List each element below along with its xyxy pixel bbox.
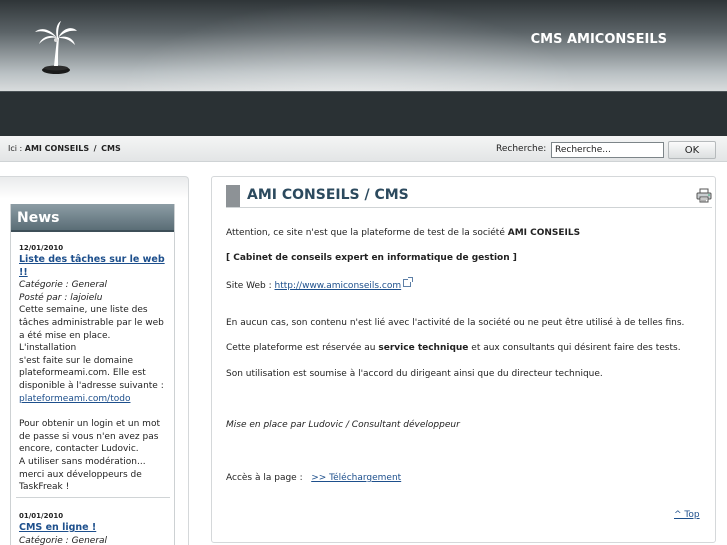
breadcrumb-item-cms[interactable]: CMS	[101, 144, 121, 153]
news-line: Cette semaine, une liste des	[19, 305, 148, 316]
service-technique: service technique	[378, 343, 469, 353]
news-spacer	[19, 405, 165, 418]
news-line: encore, contacter Ludovic.	[19, 444, 139, 455]
tagline: [ Cabinet de conseils expert en informat…	[226, 253, 517, 263]
search-label: Recherche:	[496, 144, 547, 154]
news-title: News	[17, 210, 60, 226]
intro-text: Attention, ce site n'est que la platefor…	[226, 228, 508, 238]
news-line: A utiliser sans modération...	[19, 456, 146, 467]
page-title-row: AMI CONSEILS / CMS	[226, 185, 712, 208]
news-item-link[interactable]: CMS en ligne !	[19, 522, 96, 533]
news-header: News	[11, 204, 174, 232]
reserved-text: Cette plateforme est réservée au	[226, 343, 379, 353]
news-date: 01/01/2010	[19, 512, 64, 520]
news-line: TaskFreak !	[19, 482, 70, 493]
nav-band	[0, 91, 727, 136]
website-line: Site Web : http://www.amiconseils.com	[226, 277, 706, 291]
news-category: Catégorie : General	[19, 535, 108, 545]
palm-tree-logo-icon[interactable]	[30, 18, 82, 80]
title-accent-bar	[226, 185, 240, 207]
search-input[interactable]	[551, 142, 664, 158]
disclaimer-text: En aucun cas, son contenu n'est lié avec…	[226, 318, 685, 328]
news-body: Cette semaine, une liste des tâches admi…	[19, 304, 165, 493]
website-label: Site Web :	[226, 281, 275, 291]
news-line: s'est faite sur le domaine	[19, 355, 133, 366]
site-header: CMS AMICONSEILS	[0, 0, 727, 91]
download-link[interactable]: >> Téléchargement	[311, 473, 401, 483]
news-line: merci aux développeurs de	[19, 469, 142, 480]
news-item: 12/01/2010 Liste des tâches sur le web !…	[19, 243, 165, 494]
breadcrumb-separator: /	[93, 144, 97, 153]
reserved-text-end: et aux consultants qui désirent faire de…	[468, 343, 681, 353]
news-item-link[interactable]: Liste des tâches sur le web !!	[19, 254, 165, 278]
breadcrumb-prefix: Ici :	[8, 144, 23, 153]
news-divider	[16, 497, 170, 498]
intro-paragraph: Attention, ce site n'est que la platefor…	[226, 228, 706, 238]
website-link[interactable]: http://www.amiconseils.com	[275, 281, 402, 291]
breadcrumb-item-ami-conseils[interactable]: AMI CONSEILS	[25, 144, 89, 153]
news-box: News 12/01/2010 Liste des tâches sur le …	[10, 204, 175, 545]
main-content-panel: AMI CONSEILS / CMS Attention, ce site n'…	[211, 176, 716, 543]
approval-text: Son utilisation est soumise à l'accord d…	[226, 369, 603, 379]
search-ok-button[interactable]: OK	[668, 141, 716, 159]
access-line: Accès à la page : >> Téléchargement	[226, 473, 706, 483]
external-link-icon	[403, 277, 414, 287]
access-label: Accès à la page :	[226, 473, 303, 483]
site-title: CMS AMICONSEILS	[530, 32, 667, 47]
header-sheen	[110, 0, 590, 91]
print-icon[interactable]	[696, 188, 712, 203]
news-line: a été mise en place. L'installation	[19, 330, 111, 354]
news-line: plateformeami.com. Elle est	[19, 368, 146, 379]
company-name: AMI CONSEILS	[507, 228, 581, 238]
news-line: tâches administrable par le web	[19, 317, 164, 328]
news-category: Catégorie : General	[19, 280, 108, 291]
breadcrumb: Ici : AMI CONSEILS / CMS	[8, 144, 121, 153]
news-author: Posté par : lajoielu	[19, 292, 103, 303]
news-todo-link[interactable]: plateformeami.com/todo	[19, 394, 130, 404]
page-title: AMI CONSEILS / CMS	[247, 187, 409, 203]
reserved-paragraph: Cette plateforme est réservée au service…	[226, 343, 706, 353]
credit-text: Mise en place par Ludovic / Consultant d…	[226, 420, 460, 430]
news-line: Pour obtenir un login et un mot	[19, 419, 160, 430]
news-item: 01/01/2010 CMS en ligne ! Catégorie : Ge…	[19, 511, 165, 545]
back-to-top-link[interactable]: ^ Top	[674, 510, 700, 520]
news-date: 12/01/2010	[19, 244, 64, 252]
news-line: de passe si vous n'en avez pas	[19, 431, 159, 442]
news-line: disponible à l'adresse suivante :	[19, 380, 164, 391]
